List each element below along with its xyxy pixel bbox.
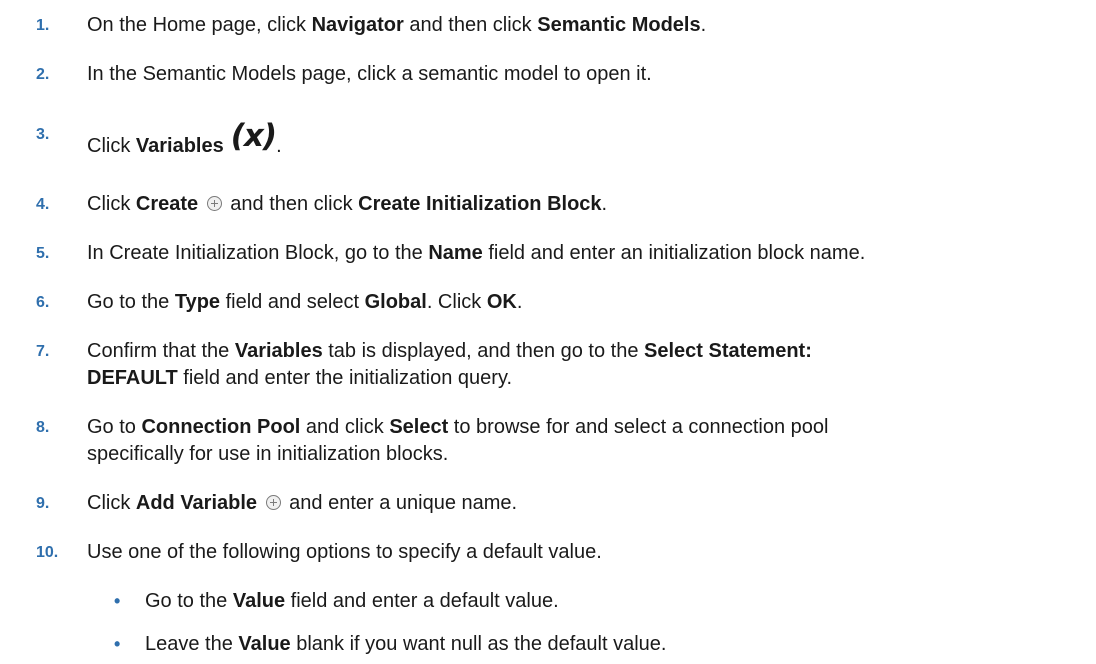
ui-term-name: Name — [428, 242, 483, 264]
text-run: Go to the — [87, 291, 175, 313]
step-text-line-2: DEFAULT field and enter the initializati… — [87, 365, 1087, 391]
text-run: In Create Initialization Block, go to th… — [87, 242, 429, 264]
step-number: 8. — [36, 419, 50, 436]
step-number: 5. — [36, 245, 50, 262]
text-run: blank if you want null as the default va… — [290, 633, 667, 655]
ui-term-value: Value — [232, 590, 286, 612]
step-number: 1. — [36, 17, 50, 34]
ui-term-global: Global — [364, 291, 427, 313]
text-run: . Click — [426, 291, 487, 313]
text-run: . — [700, 14, 707, 36]
variables-icon: (x) — [230, 118, 277, 154]
step-number: 2. — [36, 66, 50, 83]
ui-term-variables: Variables — [135, 135, 224, 157]
text-run: Leave the — [145, 633, 239, 655]
bullet-text: Go to the Value field and enter a defaul… — [145, 588, 559, 614]
ui-term-connection-pool: Connection Pool — [141, 416, 301, 438]
step-number: 6. — [36, 294, 50, 311]
step-text: Confirm that the Variables tab is displa… — [87, 338, 1087, 364]
ui-term-ok: OK — [486, 291, 517, 313]
text-run: field and enter an initialization block … — [482, 242, 866, 264]
text-run: field and select — [220, 291, 365, 313]
ui-term-variables: Variables — [234, 340, 323, 362]
bullet-mark: • — [114, 591, 121, 611]
ui-term-navigator: Navigator — [311, 14, 404, 36]
step-text: Click Add Variable and enter a unique na… — [87, 490, 1087, 516]
step-text: Click Create and then click Create Initi… — [87, 191, 1087, 217]
step-number: 4. — [36, 196, 50, 213]
ui-term-value: Value — [238, 633, 291, 655]
plus-circle-icon — [206, 195, 222, 211]
text-run: In the Semantic Models page, click a sem… — [87, 63, 652, 85]
text-run: . — [601, 193, 608, 215]
plus-circle-icon — [265, 494, 281, 510]
step-text: In the Semantic Models page, click a sem… — [87, 61, 1087, 87]
step-text-line-2: specifically for use in initialization b… — [87, 441, 1087, 467]
ui-term-default: DEFAULT — [87, 367, 178, 389]
text-run: to browse for and select a connection po… — [448, 416, 829, 438]
text-run: field and enter the initialization query… — [177, 367, 513, 389]
text-run: and enter a unique name. — [283, 492, 518, 514]
text-run: Click — [87, 135, 136, 157]
ui-term-type: Type — [174, 291, 221, 313]
text-run: . — [276, 135, 282, 157]
step-text: Use one of the following options to spec… — [87, 539, 1087, 565]
text-run: specifically for use in initialization b… — [87, 443, 449, 465]
ui-term-semantic-models: Semantic Models — [537, 14, 701, 36]
step-text: In Create Initialization Block, go to th… — [87, 240, 1087, 266]
step-number: 10. — [36, 544, 59, 561]
step-number: 3. — [36, 126, 50, 143]
step-text: Click Variables (x). — [87, 121, 1087, 159]
text-run: On the Home page, click — [87, 14, 312, 36]
text-run: Go to the — [145, 590, 233, 612]
step-text: Go to the Type field and select Global. … — [87, 289, 1087, 315]
text-run: Confirm that the — [87, 340, 235, 362]
ui-term-select: Select — [389, 416, 449, 438]
ui-term-create: Create — [135, 193, 199, 215]
step-text: Go to Connection Pool and click Select t… — [87, 414, 1087, 440]
ui-term-create-initialization-block: Create Initialization Block — [358, 193, 602, 215]
text-run: field and enter a default value. — [285, 590, 559, 612]
ui-term-add-variable: Add Variable — [135, 492, 258, 514]
text-run: Use one of the following options to spec… — [87, 541, 602, 563]
bullet-text: Leave the Value blank if you want null a… — [145, 631, 666, 657]
text-run: . — [516, 291, 523, 313]
step-number: 7. — [36, 343, 50, 360]
text-run: tab is displayed, and then go to the — [322, 340, 645, 362]
text-run: and then click — [224, 193, 359, 215]
text-run: Go to — [87, 416, 142, 438]
step-number: 9. — [36, 495, 50, 512]
ui-term-select-statement: Select Statement: — [644, 340, 812, 362]
text-run: and then click — [403, 14, 538, 36]
bullet-mark: • — [114, 634, 121, 654]
text-run: Click — [87, 492, 136, 514]
text-run: Click — [87, 193, 136, 215]
text-run: and click — [300, 416, 390, 438]
step-text: On the Home page, click Navigator and th… — [87, 12, 1087, 38]
